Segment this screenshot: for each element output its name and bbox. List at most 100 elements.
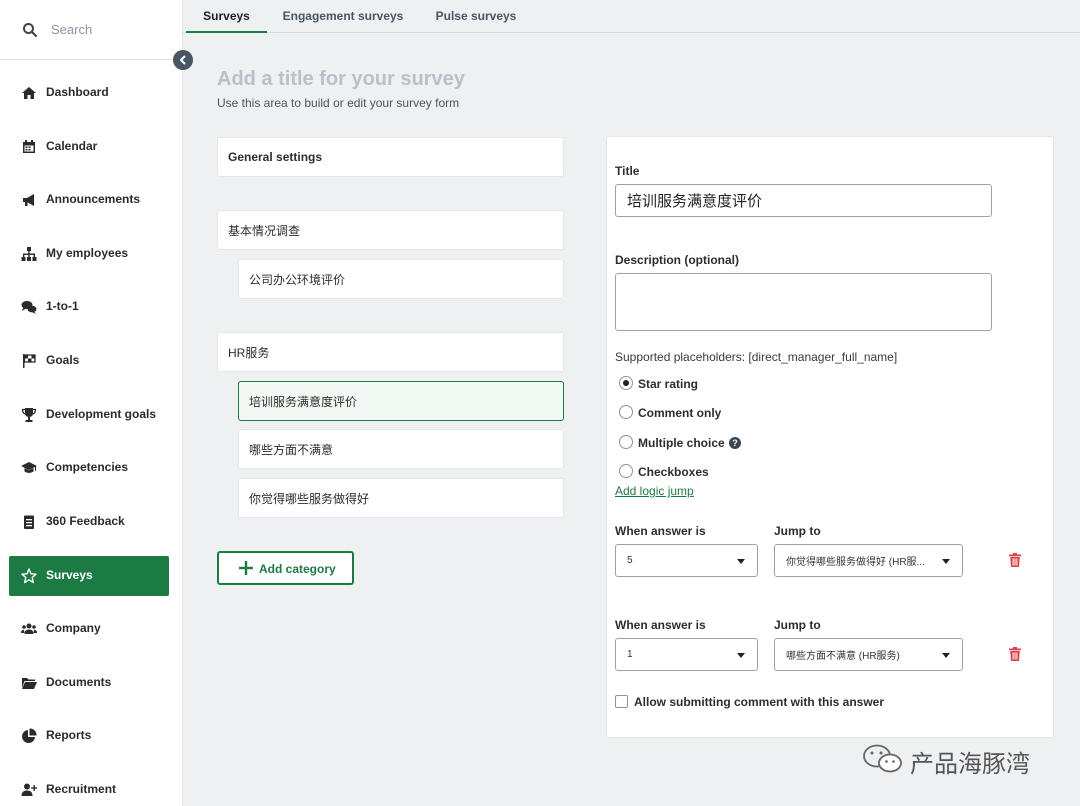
jump-to-value: 哪些方面不满意 (HR服务) [786,651,900,662]
category-card[interactable]: HR服务 [217,332,564,372]
sidebar: Search Dashboard Calendar Announcements … [0,0,183,806]
clipboard-icon [24,515,34,529]
search-placeholder: Search [51,22,93,37]
when-answer-label: When answer is [615,618,706,632]
nav-label: Surveys [46,568,93,582]
flag-icon [23,354,36,368]
trash-icon[interactable] [1009,553,1021,567]
allow-comment-checkbox[interactable] [615,695,628,708]
nav-label: Reports [46,728,92,742]
nav-label: 1-to-1 [46,299,79,313]
collapse-sidebar-button[interactable] [173,50,193,70]
nav-label: Competencies [46,460,129,474]
nav-label: Company [46,621,101,635]
nav-label: Goals [46,353,80,367]
question-card[interactable]: 公司办公环境评价 [238,259,564,299]
wechat-icon [863,744,902,773]
chat-icon [21,301,37,314]
radio-star-rating[interactable] [619,376,633,390]
nav-calendar[interactable]: Calendar [9,127,169,167]
description-label: Description (optional) [615,253,739,267]
placeholders-hint: Supported placeholders: [direct_manager_… [615,350,898,364]
star-icon [21,568,37,584]
radio-label[interactable]: Comment only [638,406,721,420]
answer-select-value: 1 [627,649,633,660]
nav-surveys[interactable]: Surveys [9,556,169,596]
tab-bar: Surveys Engagement surveys Pulse surveys [183,0,1080,33]
tab-engagement-surveys[interactable]: Engagement surveys [279,0,407,33]
users-icon [21,623,37,634]
nav-competencies[interactable]: Competencies [9,448,169,488]
radio-checkboxes[interactable] [619,464,633,478]
nav-company[interactable]: Company [9,609,169,649]
search-icon [23,23,38,38]
radio-comment-only[interactable] [619,405,633,419]
nav-goals[interactable]: Goals [9,341,169,381]
jump-to-select[interactable]: 你觉得哪些服务做得好 (HR服... [774,544,963,577]
jump-to-label: Jump to [774,618,821,632]
nav-label: Announcements [46,192,141,206]
answer-select-value: 5 [627,555,633,566]
nav-development-goals[interactable]: Development goals [9,395,169,435]
nav-label: Calendar [46,139,98,153]
jump-to-label: Jump to [774,524,821,538]
page-subtitle: Use this area to build or edit your surv… [217,96,460,110]
caret-down-icon [942,653,950,658]
nav-my-employees[interactable]: My employees [9,234,169,274]
nav-label: Development goals [46,407,157,421]
nav-360-feedback[interactable]: 360 Feedback [9,502,169,542]
survey-title-heading[interactable]: Add a title for your survey [217,68,465,91]
home-icon [22,87,36,99]
folder-icon [22,678,37,689]
radio-multiple-choice[interactable] [619,435,633,449]
add-category-button[interactable]: Add category [217,551,354,585]
help-icon[interactable]: ? [729,437,741,449]
trash-icon[interactable] [1009,647,1021,661]
nav-label: My employees [46,246,129,260]
megaphone-icon [23,194,34,206]
caret-down-icon [737,653,745,658]
watermark-text: 产品海豚湾 [910,750,1030,778]
add-logic-jump-link[interactable]: Add logic jump [615,484,694,498]
description-textarea[interactable] [615,273,992,331]
nav-1-to-1[interactable]: 1-to-1 [9,287,169,327]
question-card[interactable]: 哪些方面不满意 [238,429,564,469]
nav-reports[interactable]: Reports [9,716,169,756]
plus-icon [239,561,253,575]
nav-dashboard[interactable]: Dashboard [9,73,169,113]
answer-select[interactable]: 5 [615,544,758,577]
nav-label: Recruitment [46,782,117,796]
calendar-icon [23,140,35,153]
radio-label[interactable]: Star rating [638,377,698,391]
graduation-cap-icon [21,462,37,473]
add-category-label: Add category [259,562,336,576]
question-card-selected[interactable]: 培训服务满意度评价 [238,381,564,421]
caret-down-icon [942,559,950,564]
caret-down-icon [737,559,745,564]
title-label: Title [615,164,640,178]
search-box[interactable]: Search [0,0,183,60]
when-answer-label: When answer is [615,524,706,538]
category-card[interactable]: 基本情况调查 [217,210,564,250]
nav-recruitment[interactable]: Recruitment [9,770,169,806]
jump-to-select[interactable]: 哪些方面不满意 (HR服务) [774,638,963,671]
allow-comment-label[interactable]: Allow submitting comment with this answe… [634,695,884,709]
radio-label[interactable]: Multiple choice [638,436,725,450]
answer-select[interactable]: 1 [615,638,758,671]
general-settings-card[interactable]: General settings [217,137,564,177]
watermark: 产品海豚湾 [862,740,1052,780]
tab-surveys[interactable]: Surveys [186,0,267,33]
question-card[interactable]: 你觉得哪些服务做得好 [238,478,564,518]
user-plus-icon [21,783,37,796]
title-input[interactable]: 培训服务满意度评价 [615,184,992,217]
nav-documents[interactable]: Documents [9,663,169,703]
tab-pulse-surveys[interactable]: Pulse surveys [433,0,519,33]
trophy-icon [21,408,37,422]
chevron-left-icon [180,55,186,65]
nav-announcements[interactable]: Announcements [9,180,169,220]
nav-label: 360 Feedback [46,514,125,528]
radio-label[interactable]: Checkboxes [638,465,709,479]
nav-label: Dashboard [46,85,109,99]
nav-label: Documents [46,675,112,689]
org-chart-icon [21,247,37,261]
